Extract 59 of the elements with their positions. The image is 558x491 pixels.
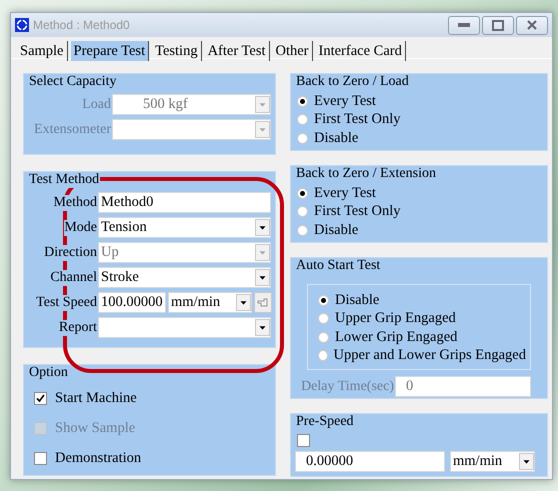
radio-button[interactable]	[318, 294, 329, 306]
text-field[interactable]: Method0	[98, 192, 271, 213]
field-label: Delay Time(sec)	[301, 378, 395, 394]
field-label: Report	[58, 320, 98, 336]
maximize-button[interactable]	[482, 16, 514, 34]
group-title: Test Method	[28, 172, 100, 188]
unit-dropdown[interactable]: mm/min	[168, 292, 252, 313]
radio-label: Upper Grip Engaged	[335, 310, 456, 328]
unit-dropdown[interactable]: mm/min	[450, 451, 535, 472]
minimize-icon	[458, 23, 470, 27]
field-label: Mode	[64, 220, 98, 236]
radio-button[interactable]	[297, 96, 308, 107]
tab[interactable]: Prepare Test	[70, 41, 150, 61]
app-icon	[15, 18, 29, 32]
radio-label: First Test Only	[314, 203, 401, 220]
pointer-icon	[257, 298, 269, 307]
radio-button[interactable]	[297, 114, 308, 126]
group-title: Select Capacity	[28, 74, 118, 90]
radio-label: Disable	[314, 130, 358, 147]
tab[interactable]: Testing	[152, 41, 202, 61]
radio-button[interactable]	[318, 313, 329, 324]
radio-button[interactable]	[318, 350, 328, 362]
checkbox-label: Demonstration	[55, 450, 142, 466]
field-label: Channel	[50, 270, 98, 286]
radio-label: Lower Grip Engaged	[335, 328, 458, 346]
maximize-icon	[492, 20, 504, 30]
radio-label: Disable	[314, 222, 358, 239]
tab[interactable]: After Test	[204, 41, 270, 61]
checkbox-label: Start Machine	[55, 390, 137, 406]
radio-button[interactable]	[297, 206, 308, 218]
tab[interactable]: Sample	[17, 41, 68, 61]
radio-button[interactable]	[318, 332, 329, 343]
speed-field[interactable]: 100.00000	[98, 292, 166, 313]
close-button[interactable]	[516, 16, 548, 34]
field-label: Direction	[44, 244, 98, 260]
dropdown[interactable]: Stroke	[98, 267, 271, 288]
radio-label: First Test Only	[314, 111, 401, 128]
radio-button[interactable]	[297, 132, 308, 144]
tab[interactable]: Interface Card	[316, 41, 406, 61]
radio-label: Upper and Lower Grips Engaged	[334, 347, 526, 364]
checkbox[interactable]	[34, 452, 47, 464]
checkbox[interactable]	[34, 392, 47, 404]
tab[interactable]: Other	[272, 41, 313, 61]
radio-button[interactable]	[297, 224, 308, 236]
checkbox-label: Show Sample	[55, 420, 136, 436]
minimize-button[interactable]	[448, 16, 480, 34]
radio-label: Every Test	[314, 92, 376, 110]
window-title: Method : Method0	[33, 18, 131, 32]
radio-button[interactable]	[297, 188, 308, 199]
field-label: Test Speed	[36, 294, 98, 310]
close-icon	[526, 19, 538, 31]
checkbox[interactable]	[297, 434, 310, 446]
radio-label: Every Test	[314, 184, 376, 202]
radio-label: Disable	[335, 292, 380, 309]
dropdown[interactable]: Tension	[98, 217, 271, 238]
pre-speed-field[interactable]: 0.00000	[295, 451, 445, 472]
group-title: Option	[28, 365, 69, 381]
field-label: Method	[53, 194, 98, 210]
group-title: Pre-Speed	[295, 414, 355, 430]
